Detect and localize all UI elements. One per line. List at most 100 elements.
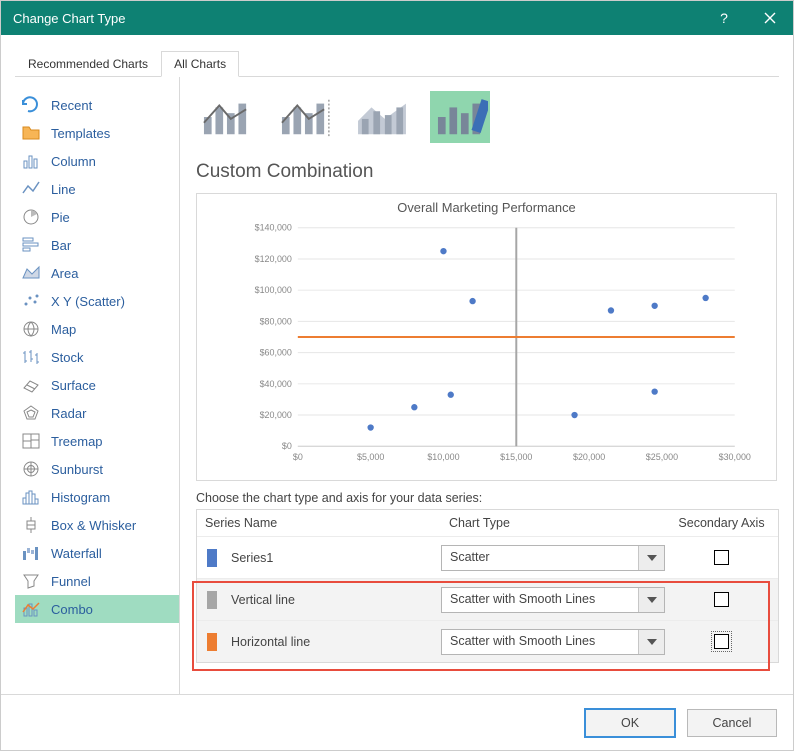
series-swatch: [207, 549, 217, 567]
chart-type-select[interactable]: Scatter with Smooth Lines: [441, 587, 665, 613]
chart-type-select[interactable]: Scatter: [441, 545, 665, 571]
sidebar-item-surface[interactable]: Surface: [15, 371, 179, 399]
sidebar-item-label: Line: [51, 182, 76, 197]
ok-button[interactable]: OK: [585, 709, 675, 737]
sidebar-item-area[interactable]: Area: [15, 259, 179, 287]
data-point: [571, 412, 577, 418]
help-button[interactable]: ?: [701, 1, 747, 35]
sidebar-item-label: Bar: [51, 238, 71, 253]
sidebar-item-bar[interactable]: Bar: [15, 231, 179, 259]
data-point: [448, 392, 454, 398]
data-point: [367, 424, 373, 430]
y-tick-label: $0: [282, 441, 292, 451]
combo-subtype-icon: [432, 94, 488, 140]
titlebar: Change Chart Type ?: [1, 1, 793, 35]
sidebar-item-waterfall[interactable]: Waterfall: [15, 539, 179, 567]
y-tick-label: $140,000: [255, 223, 292, 233]
sidebar-item-templates[interactable]: Templates: [15, 119, 179, 147]
sidebar-item-label: X Y (Scatter): [51, 294, 125, 309]
sidebar-item-label: Waterfall: [51, 546, 102, 561]
sidebar-item-funnel[interactable]: Funnel: [15, 567, 179, 595]
map-icon: [21, 319, 41, 339]
chart-type-value: Scatter with Smooth Lines: [442, 588, 638, 612]
sidebar-item-sunburst[interactable]: Sunburst: [15, 455, 179, 483]
close-button[interactable]: [747, 1, 793, 35]
data-point: [440, 248, 446, 254]
chevron-down-icon: [647, 639, 657, 645]
sidebar-item-label: Combo: [51, 602, 93, 617]
x-tick-label: $15,000: [500, 452, 532, 462]
tab-recommended[interactable]: Recommended Charts: [15, 51, 161, 76]
chart-type-dropdown-button[interactable]: [638, 588, 664, 612]
x-tick-label: $10,000: [427, 452, 459, 462]
combo-subtype-custom-combination[interactable]: [430, 91, 490, 143]
cancel-button[interactable]: Cancel: [687, 709, 777, 737]
combo-icon: [21, 599, 41, 619]
sidebar-item-column[interactable]: Column: [15, 147, 179, 175]
sidebar-item-label: Map: [51, 322, 76, 337]
stock-icon: [21, 347, 41, 367]
secondary-axis-checkbox[interactable]: [714, 550, 729, 565]
data-point: [651, 303, 657, 309]
surface-icon: [21, 375, 41, 395]
sidebar-item-label: Area: [51, 266, 78, 281]
sidebar-item-label: Stock: [51, 350, 84, 365]
waterfall-icon: [21, 543, 41, 563]
sidebar-item-label: Histogram: [51, 490, 110, 505]
combo-subtype-stacked-area-column[interactable]: [352, 91, 412, 143]
sidebar-item-xy[interactable]: X Y (Scatter): [15, 287, 179, 315]
window-title: Change Chart Type: [13, 11, 701, 26]
sidebar-item-radar[interactable]: Radar: [15, 399, 179, 427]
y-tick-label: $40,000: [260, 379, 292, 389]
series-swatch: [207, 633, 217, 651]
combo-subtype-row: [196, 91, 779, 143]
sidebar-item-pie[interactable]: Pie: [15, 203, 179, 231]
combo-subtype-clustered-column-line[interactable]: [196, 91, 256, 143]
series-row[interactable]: Series1Scatter: [197, 536, 778, 578]
funnel-icon: [21, 571, 41, 591]
data-point: [608, 307, 614, 313]
line-icon: [21, 179, 41, 199]
combo-subtype-icon: [276, 94, 332, 140]
series-name: Vertical line: [229, 593, 441, 607]
series-row[interactable]: Vertical lineScatter with Smooth Lines: [197, 578, 778, 620]
xy-icon: [21, 291, 41, 311]
chart-type-dropdown-button[interactable]: [638, 546, 664, 570]
data-point: [411, 404, 417, 410]
chart-preview: Overall Marketing Performance$0$20,000$4…: [196, 193, 777, 481]
sidebar-item-combo[interactable]: Combo: [15, 595, 179, 623]
combo-subtype-clustered-column-line-secondary[interactable]: [274, 91, 334, 143]
x-tick-label: $30,000: [719, 452, 751, 462]
sidebar-item-label: Treemap: [51, 434, 103, 449]
secondary-axis-checkbox[interactable]: [714, 592, 729, 607]
sidebar-item-treemap[interactable]: Treemap: [15, 427, 179, 455]
header-secondary-axis: Secondary Axis: [665, 510, 778, 536]
dialog-footer: OK Cancel: [1, 694, 793, 750]
chart-type-value: Scatter: [442, 546, 638, 570]
sidebar-item-label: Pie: [51, 210, 70, 225]
x-tick-label: $0: [293, 452, 303, 462]
sidebar-item-line[interactable]: Line: [15, 175, 179, 203]
x-tick-label: $5,000: [357, 452, 384, 462]
sidebar-item-histogram[interactable]: Histogram: [15, 483, 179, 511]
chart-type-select[interactable]: Scatter with Smooth Lines: [441, 629, 665, 655]
y-tick-label: $80,000: [260, 316, 292, 326]
chart-title: Overall Marketing Performance: [397, 200, 575, 215]
series-swatch: [207, 591, 217, 609]
histogram-icon: [21, 487, 41, 507]
series-name: Series1: [229, 551, 441, 565]
chart-type-dropdown-button[interactable]: [638, 630, 664, 654]
sidebar-item-map[interactable]: Map: [15, 315, 179, 343]
close-icon: [764, 12, 776, 24]
series-row[interactable]: Horizontal lineScatter with Smooth Lines: [197, 620, 778, 662]
radar-icon: [21, 403, 41, 423]
tab-all-charts[interactable]: All Charts: [161, 51, 239, 77]
sidebar-item-recent[interactable]: Recent: [15, 91, 179, 119]
boxwhisker-icon: [21, 515, 41, 535]
series-grid-header: Series Name Chart Type Secondary Axis: [197, 509, 778, 536]
sidebar-item-stock[interactable]: Stock: [15, 343, 179, 371]
sidebar-item-label: Sunburst: [51, 462, 103, 477]
recent-icon: [21, 95, 41, 115]
sidebar-item-boxwhisker[interactable]: Box & Whisker: [15, 511, 179, 539]
secondary-axis-checkbox[interactable]: [714, 634, 729, 649]
